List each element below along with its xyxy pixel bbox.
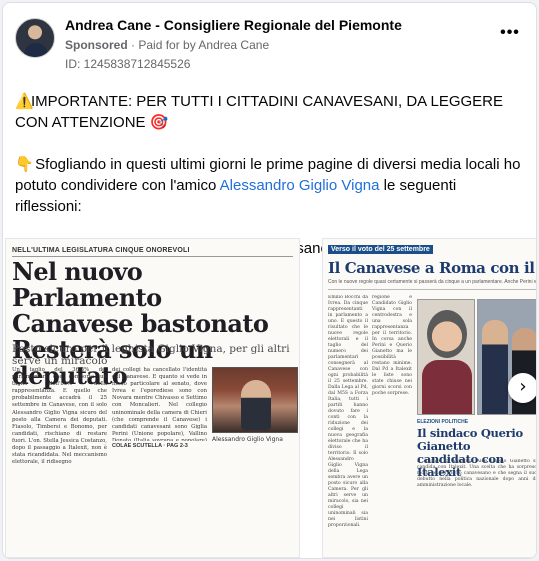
ad-post-card: Andrea Cane - Consigliere Regionale del … [2,2,537,559]
newspaper-subheadline: Con le nuove regole quasi certamente si … [328,279,537,285]
newspaper-subheadline: Posto sicuro per il leghista Giglio Vign… [12,343,290,367]
article-column-3: Il sindaco di Valperga Aldo Querio Giane… [417,459,537,488]
headline-line-1: Nel nuovo Parlamento [12,257,162,312]
headline-line-2: Canavese bastonato [12,309,269,338]
post-text: ⚠️IMPORTANTE: PER TUTTI I CITTADINI CANA… [15,91,527,259]
carousel-slide-1[interactable]: NELL'ULTIMA LEGISLATURA CINQUE ONOREVOLI… [5,238,300,558]
post-meta: Sponsored · Paid for by Andrea Cane [65,38,269,52]
article-column-2: regione e Candidato Giglio Vigna con il … [372,295,412,396]
post-paragraph-2: 👇 Sfogliando in questi ultimi giorni le … [15,154,527,217]
target-icon: 🎯 [149,114,169,131]
article-column-1: Un taglio del 36,5% dei parlamentari che… [12,367,107,466]
sponsored-label[interactable]: Sponsored [65,38,128,52]
post-paragraph-1: ⚠️IMPORTANTE: PER TUTTI I CITTADINI CANA… [15,91,527,133]
warning-icon: ⚠️ [15,93,34,110]
carousel-slide-2[interactable]: Verso il voto del 25 settembre Il Canave… [322,238,537,558]
newspaper-kicker: NELL'ULTIMA LEGISLATURA CINQUE ONOREVOLI [12,247,190,254]
avatar[interactable] [15,18,55,58]
article-photo [212,367,298,433]
post-paragraph-1-text: IMPORTANTE: PER TUTTI I CITTADINI CANAVE… [15,93,504,131]
article-column-2: dei collegi ha cancellato l'identità del… [112,367,207,441]
more-horizontal-icon[interactable]: ••• [498,25,522,47]
newspaper-headline: Il Canavese a Roma con il solo Gig [328,259,536,277]
page-name-link[interactable]: Andrea Cane - Consigliere Regionale del … [65,17,402,33]
article-photo [417,299,475,415]
mention-link[interactable]: Alessandro Giglio Vigna [220,177,380,194]
pointing-down-icon: 👇 [15,156,34,173]
article-byline: COLAE SCUTELLA · PAG 2-3 [112,443,188,449]
secondary-kicker: ELEZIONI POLITICHE [417,419,469,425]
image-carousel[interactable]: NELL'ULTIMA LEGISLATURA CINQUE ONOREVOLI… [3,238,537,558]
post-header: Andrea Cane - Consigliere Regionale del … [15,15,524,75]
paid-for-label[interactable]: Paid for by Andrea Cane [138,38,269,52]
newspaper-kicker: Verso il voto del 25 settembre [328,245,433,254]
photo-caption: Alessandro Giglio Vigna [212,436,283,443]
ad-id: ID: 1245838712845526 [65,57,191,71]
chevron-right-icon[interactable]: › [508,373,536,403]
secondary-headline-line-1: Il sindaco Querio Gianetto [417,426,523,453]
divider [328,289,536,290]
meta-separator: · [131,38,136,52]
article-column-1: Emilio Bocchi da Ivrea. Da cinque rappre… [328,295,368,528]
